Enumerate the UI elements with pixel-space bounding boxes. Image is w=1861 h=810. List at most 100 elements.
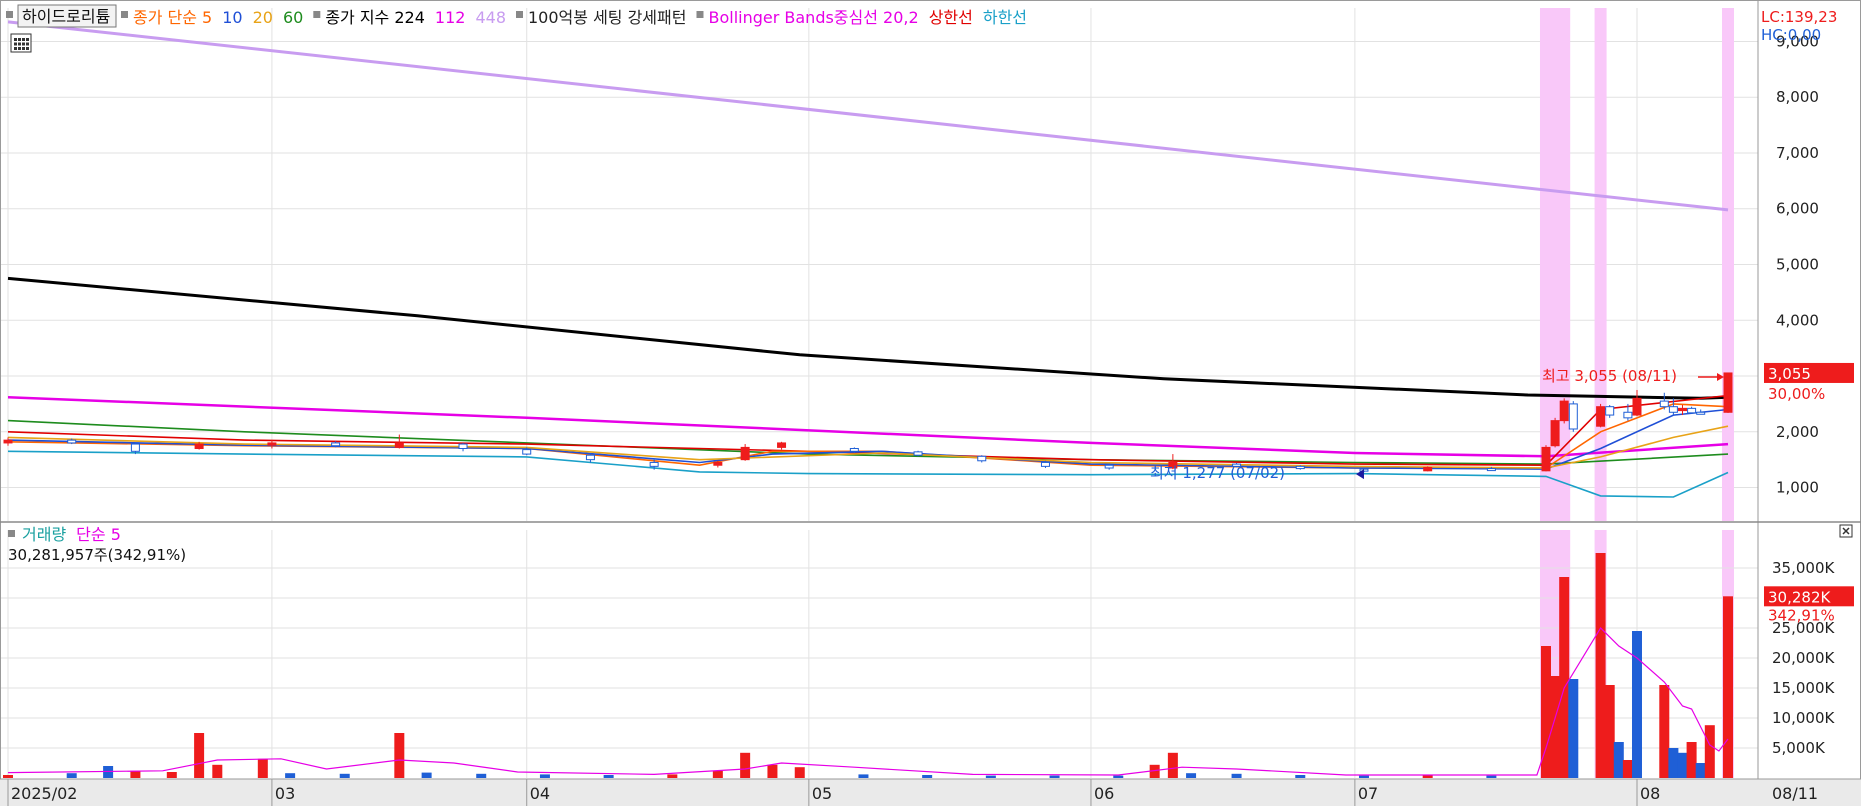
candle-body [1423,466,1433,472]
candle-body [1040,461,1050,467]
legend-item[interactable]: 20 [253,8,273,27]
current-price-label: 3,055 [1768,365,1811,383]
volume-bar [1604,685,1615,778]
candle-body [1568,403,1578,430]
volume-title[interactable]: 거래량 [22,525,66,544]
volume-bar [1049,775,1060,778]
volume-ma-label[interactable]: 단순 5 [76,525,121,544]
candle-body [194,443,204,450]
candle-body [458,443,468,450]
volume-bar [1686,742,1697,778]
calendar-icon-cell [22,38,25,41]
volume-bar [1668,748,1679,778]
legend-marker [6,11,13,18]
volume-bar [194,733,205,778]
legend-item[interactable]: 10 [222,8,242,27]
volume-bar [1231,773,1242,778]
volume-bar [1704,725,1715,778]
legend-marker [8,530,15,537]
legend-item[interactable]: 종가 지수 224 [325,8,425,27]
candle-body [1723,372,1733,413]
candle-body [849,448,859,452]
volume-bar [740,752,751,778]
high-annotation: 최고 3,055 (08/11) [1542,367,1677,385]
chart-background [0,0,1861,806]
calendar-icon-cell [14,38,17,41]
volume-bar [212,764,223,778]
legend-item[interactable]: 하한선 [983,8,1027,27]
volume-bar [1659,685,1670,778]
chart-canvas[interactable]: 최고 3,055 (08/11) 최저 1,277 (07/02) 1,000 2,… [0,0,1861,806]
candle-body [1295,465,1305,470]
x-tick-label: 06 [1094,784,1114,803]
price-tick-label: 8,000 [1776,88,1819,106]
volume-bar [985,775,996,778]
volume-bar [794,767,805,778]
candle-body [394,442,404,448]
calendar-icon-cell [26,42,29,46]
volume-bar [476,773,487,778]
x-tick-label: 2025/02 [11,784,77,803]
calendar-icon-cell [18,47,21,50]
current-change-label: 30,00% [1768,385,1825,403]
candle-body [713,461,723,466]
legend-item[interactable]: 60 [283,8,303,27]
legend-item[interactable]: 상한선 [929,8,973,27]
legend-item[interactable]: 112 [435,8,466,27]
x-tick-label: 07 [1358,784,1378,803]
volume-tick-label: 15,000K [1772,679,1835,697]
price-tick-label: 5,000 [1776,256,1819,274]
volume-bar [922,775,933,778]
volume-bar [1695,763,1706,778]
x-tick-label: 03 [275,784,295,803]
volume-bar [712,770,723,778]
calendar-icon-cell [22,47,25,50]
legend-item[interactable]: 448 [475,8,506,27]
candle-body [1696,411,1706,415]
candle-body [1605,406,1615,416]
symbol-name[interactable]: 하이드로리튬 [22,7,110,26]
volume-bar [394,733,405,778]
legend-item[interactable]: 종가 단순 5 [133,8,212,27]
signal-highlight-band [1594,8,1607,521]
volume-bar [1113,775,1124,778]
current-volume-label: 30,282K [1768,588,1831,606]
legend-item[interactable]: Bollinger Bands중심선 20,2 [708,8,918,27]
current-date-label: 08/11 [1772,784,1818,803]
candle-body [1668,406,1678,413]
candle-body [1550,420,1560,447]
volume-bar [767,764,778,778]
x-tick-label: 08 [1640,784,1660,803]
x-tick-label: 05 [812,784,832,803]
volume-bar [1677,752,1688,778]
volume-bar [66,773,77,778]
candle-body [3,439,13,444]
volume-bar [421,772,432,778]
candle-body [649,461,659,467]
candle-body [1687,407,1697,414]
volume-bar [3,775,13,778]
volume-bar [603,775,614,778]
candle-body [1541,446,1551,472]
candle-body [1596,406,1606,427]
volume-bar [1723,596,1733,778]
calendar-icon-cell [26,38,29,41]
calendar-icon-cell [14,47,17,50]
volume-tick-label: 20,000K [1772,649,1835,667]
x-tick-label: 04 [530,784,550,803]
price-tick-label: 6,000 [1776,200,1819,218]
volume-bar [858,774,869,778]
candle-body [522,449,532,455]
candle-body [1623,411,1633,419]
calendar-icon-cell [14,42,17,46]
price-tick-label: 2,000 [1776,423,1819,441]
calendar-icon-cell [26,47,29,50]
candle-body [913,451,923,456]
calendar-icon-cell [18,42,21,46]
volume-bar [1559,577,1570,778]
volume-bar [166,772,177,778]
legend-item[interactable]: 100억봉 세팅 강세패턴 [528,8,686,27]
legend-marker [313,11,321,18]
candle-body [585,454,595,461]
volume-bar [539,774,550,778]
